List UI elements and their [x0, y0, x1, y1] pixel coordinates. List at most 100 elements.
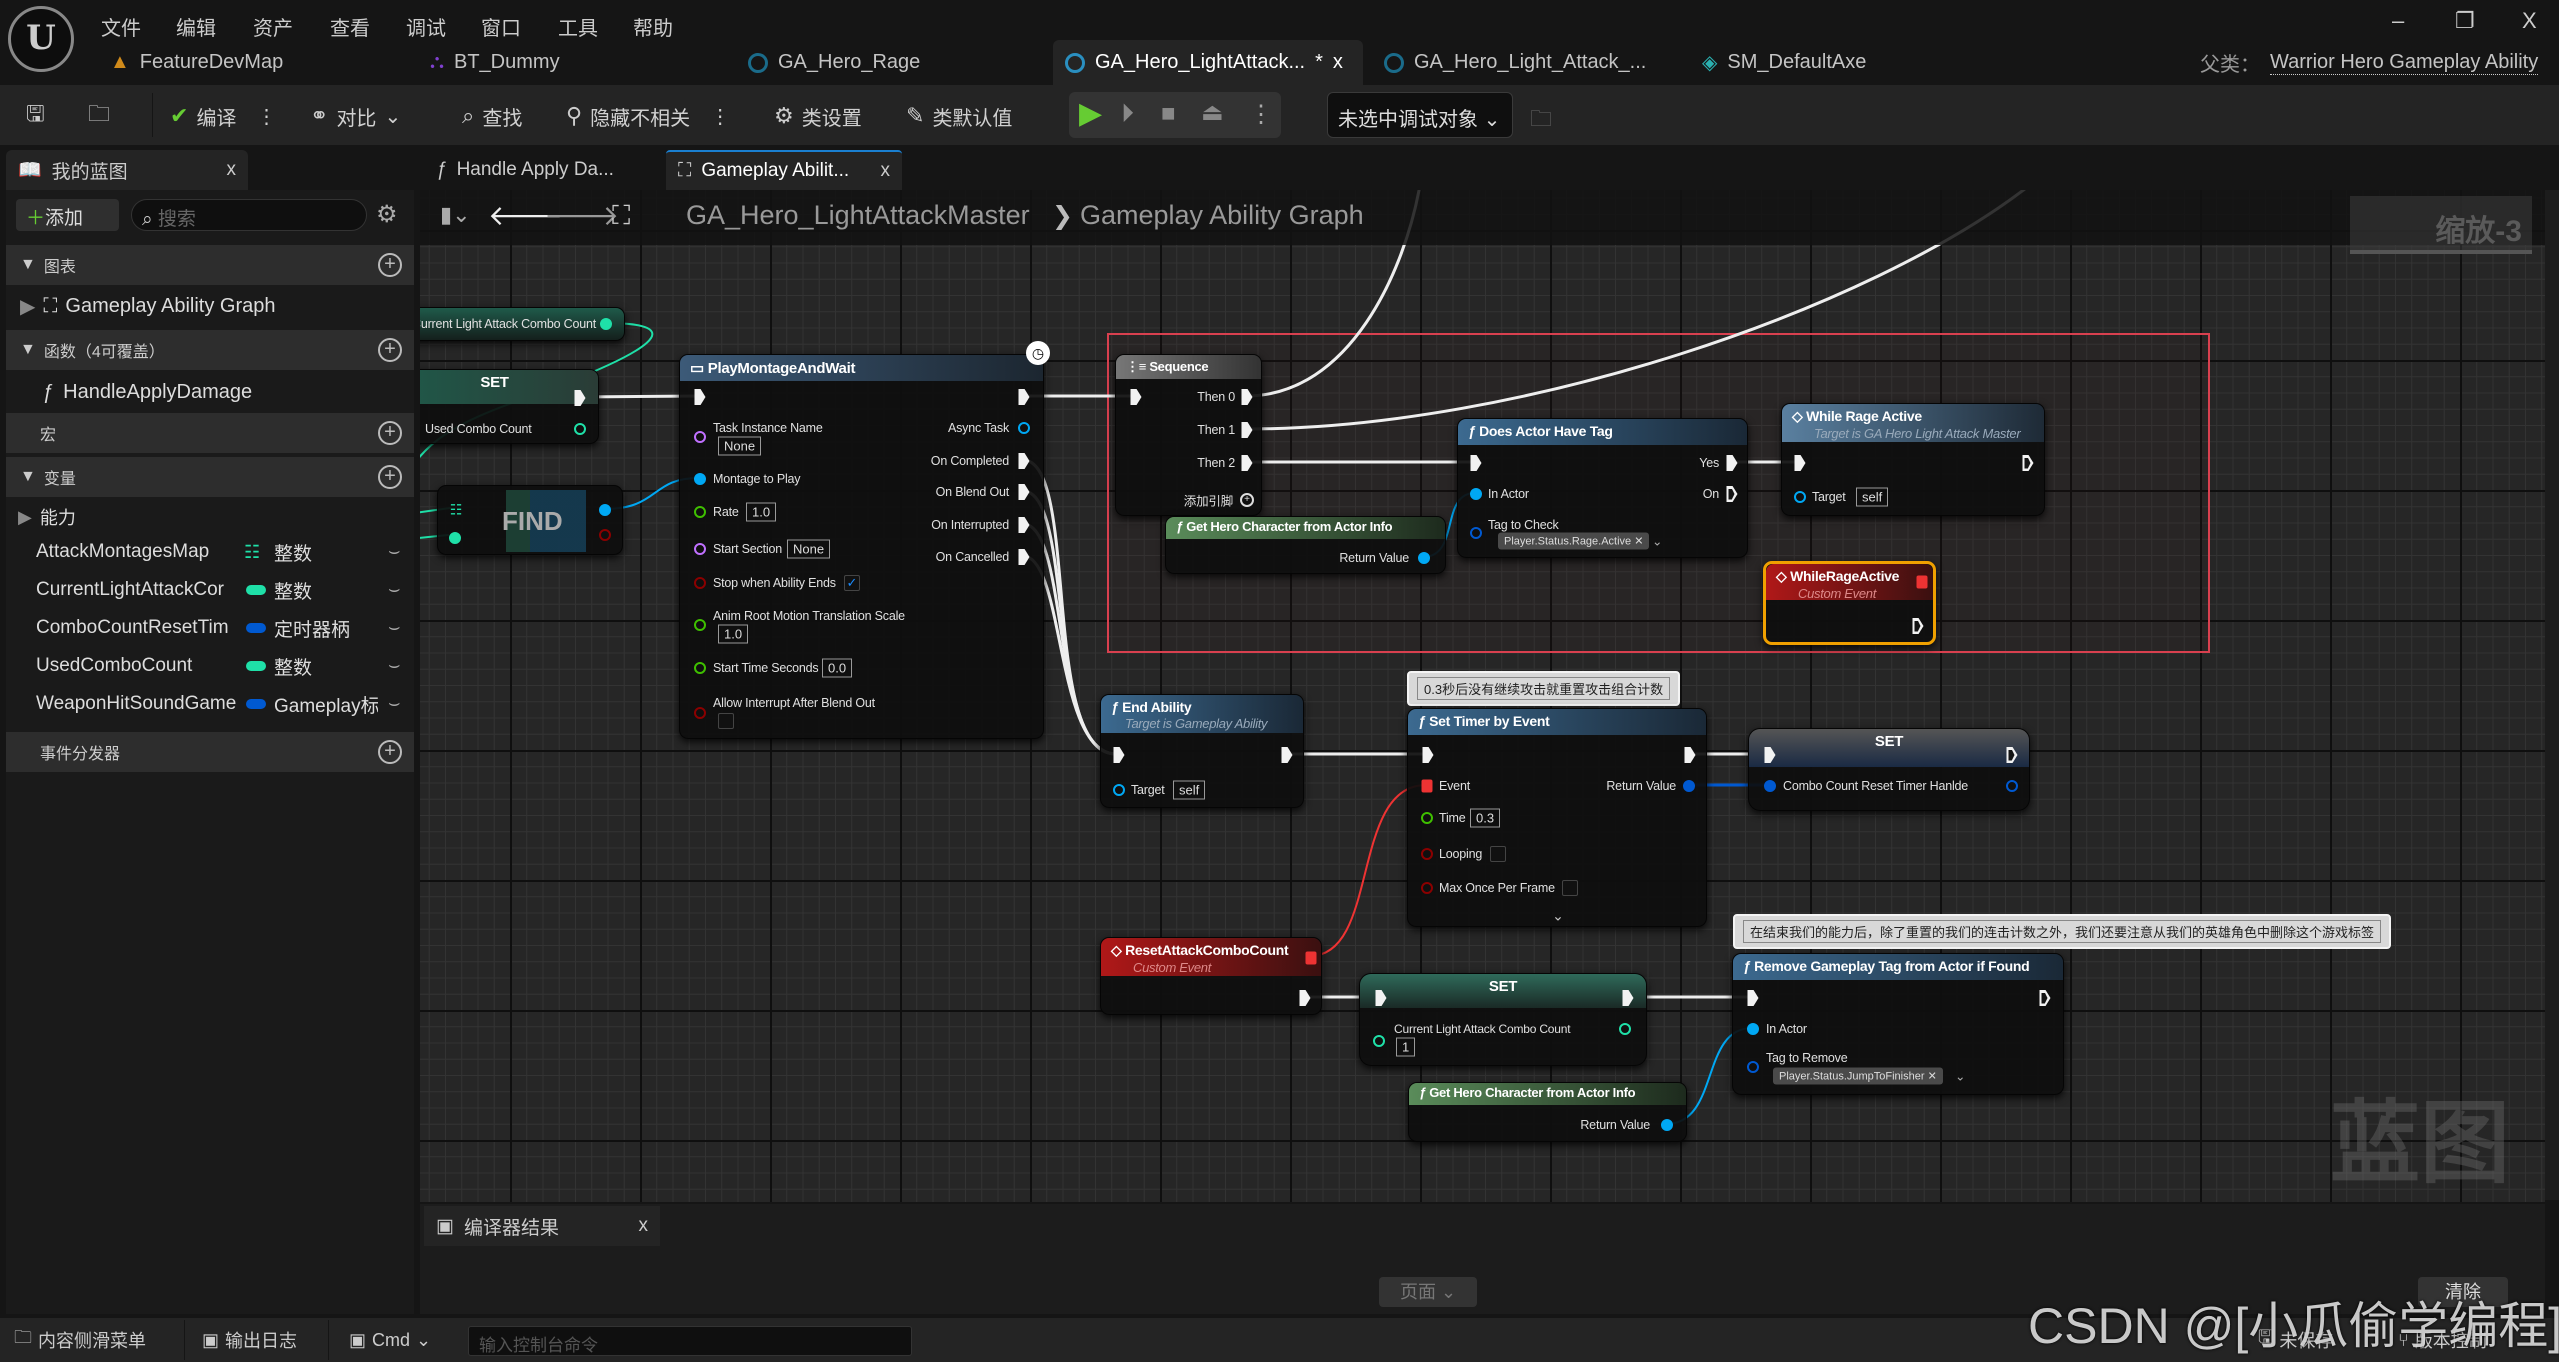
variable-row[interactable]: CurrentLightAttackCor 整数 ⌣ — [6, 571, 414, 609]
delegate-pin[interactable] — [1916, 575, 1928, 589]
exec-out-pin[interactable] — [1018, 389, 1030, 405]
target-input[interactable]: self — [1856, 487, 1889, 507]
play-montage-and-wait-node[interactable]: ▭ PlayMontageAndWait ◷ Task Instance Nam… — [679, 341, 1050, 739]
allow-interrupt-checkbox[interactable] — [718, 713, 734, 729]
does-actor-have-tag-node[interactable]: ƒ Does Actor Have Tag Yes In Actor On Ta… — [1457, 418, 1748, 558]
section-macros[interactable]: 宏 + — [6, 413, 414, 453]
bool-pin[interactable] — [694, 577, 706, 589]
tab-ga-hero-light-attack[interactable]: GA_Hero_Light_Attack_... — [1372, 40, 1658, 85]
object-pin[interactable] — [599, 504, 611, 516]
map-pin[interactable]: ☷ — [450, 502, 463, 519]
start-time-input[interactable]: 0.0 — [822, 658, 853, 678]
variable-getter-node[interactable]: Current Light Attack Combo Count — [420, 307, 625, 341]
set-timer-by-event-node[interactable]: ƒ Set Timer by Event Event Return Value … — [1407, 708, 1707, 927]
eye-closed-icon[interactable]: ⌣ — [388, 617, 401, 639]
exec-out-pin[interactable] — [1726, 455, 1738, 471]
bool-pin[interactable] — [599, 529, 611, 541]
menu-help[interactable]: 帮助 — [633, 12, 673, 41]
exec-out-pin[interactable] — [1018, 453, 1030, 469]
variable-row[interactable]: ComboCountResetTim 定时器柄 ⌣ — [6, 609, 414, 647]
details-panel-collapsed-strip[interactable] — [2545, 190, 2559, 1200]
struct-pin[interactable] — [1683, 780, 1695, 792]
minimize-button[interactable]: – — [2392, 8, 2404, 34]
step-icon[interactable]: ⏵ — [1121, 98, 1134, 130]
delegate-pin[interactable] — [1305, 951, 1317, 965]
get-hero-character-node[interactable]: ƒ Get Hero Character from Actor Info Ret… — [1165, 516, 1446, 574]
my-blueprint-tab[interactable]: 📖 我的蓝图 x — [6, 150, 248, 190]
stop-when-ends-checkbox[interactable]: ✓ — [844, 575, 860, 591]
tab-sm-defaultaxe[interactable]: ◈ SM_DefaultAxe — [1690, 40, 1878, 85]
task-instance-name-input[interactable]: None — [718, 436, 762, 456]
play-icon[interactable]: ▶ — [1079, 96, 1102, 131]
get-hero-character-node[interactable]: ƒ Get Hero Character from Actor Info Ret… — [1408, 1082, 1687, 1142]
cmd-dropdown[interactable]: ▣ Cmd ⌄ — [349, 1322, 431, 1358]
graph-item[interactable]: ▶ ⛶ Gameplay Ability Graph — [6, 287, 414, 325]
exec-out-pin[interactable] — [1018, 484, 1030, 500]
exec-out-pin[interactable] — [2039, 990, 2051, 1006]
exec-out-pin[interactable] — [1018, 549, 1030, 565]
gameplay-tag-chip[interactable]: Player.Status.Rage.Active ✕ — [1498, 532, 1650, 550]
exec-out-pin[interactable] — [1281, 747, 1293, 763]
add-function-icon[interactable]: + — [378, 338, 402, 362]
close-tab-icon[interactable]: x — [881, 160, 891, 182]
forward-arrow-icon[interactable]: 🡒 — [544, 198, 619, 232]
tab-ga-hero-lightattack[interactable]: GA_Hero_LightAttack... * x — [1053, 40, 1363, 85]
graph-canvas[interactable]: ▮⌄ 🡐 🡒 ⛶ GA_Hero_LightAttackMaster ❯ Gam… — [420, 190, 2545, 1202]
exec-in-pin[interactable] — [1747, 990, 1759, 1006]
settings-gear-icon[interactable]: ⚙ — [376, 200, 398, 229]
remove-gameplay-tag-node[interactable]: ƒ Remove Gameplay Tag from Actor if Foun… — [1732, 953, 2064, 1095]
object-pin[interactable] — [694, 473, 706, 485]
exec-out-pin[interactable] — [1241, 422, 1253, 438]
object-pin[interactable] — [1113, 784, 1125, 796]
exec-out-pin[interactable] — [1684, 747, 1696, 763]
float-pin[interactable] — [694, 506, 706, 518]
reset-attack-combo-count-event-node[interactable]: ◇ ResetAttackComboCount Custom Event — [1100, 937, 1322, 1015]
breadcrumb-blueprint[interactable]: GA_Hero_LightAttackMaster — [686, 200, 1030, 231]
variable-category[interactable]: ▶ 能力 — [6, 498, 414, 536]
expand-chevron-icon[interactable]: ⌄ — [1552, 908, 1564, 925]
combo-count-input[interactable]: 1 — [1396, 1037, 1416, 1057]
compile-options-icon[interactable]: ⋮ — [256, 104, 276, 129]
exec-in-pin[interactable] — [1794, 455, 1806, 471]
add-macro-icon[interactable]: + — [378, 421, 402, 445]
search-input[interactable]: ⌕ 搜索 — [131, 199, 367, 231]
object-pin[interactable] — [1661, 1119, 1673, 1131]
looping-checkbox[interactable] — [1490, 846, 1506, 862]
integer-pin[interactable] — [600, 318, 612, 330]
name-pin[interactable] — [694, 431, 706, 443]
float-pin[interactable] — [694, 619, 706, 631]
integer-pin[interactable] — [1373, 1035, 1385, 1047]
console-command-input[interactable]: 输入控制台命令 — [468, 1326, 912, 1356]
function-item[interactable]: ƒ HandleApplyDamage — [6, 373, 414, 411]
exec-out-pin[interactable] — [1726, 486, 1738, 502]
section-functions[interactable]: ▼ 函数（4可覆盖） + — [6, 330, 414, 370]
browse-button[interactable]: 🗀 — [88, 100, 110, 132]
while-rage-active-call-node[interactable]: ◇ While Rage Active Target is GA Hero Lig… — [1781, 403, 2045, 516]
find-button[interactable]: ⌕ 查找 — [462, 100, 522, 132]
exec-out-pin[interactable] — [2022, 455, 2034, 471]
anim-root-input[interactable]: 1.0 — [718, 624, 749, 644]
while-rage-active-event-node[interactable]: ◇ WhileRageActive Custom Event — [1763, 561, 1936, 645]
struct-pin[interactable] — [2006, 780, 2018, 792]
stop-icon[interactable]: ■ — [1161, 100, 1176, 128]
tab-featuredevmap[interactable]: ▲ FeatureDevMap — [98, 40, 295, 85]
exec-out-pin[interactable] — [1018, 517, 1030, 533]
graph-tab-gameplay-ability[interactable]: ⛶ Gameplay Abilit... x — [666, 150, 902, 190]
target-input[interactable]: self — [1173, 780, 1206, 800]
breadcrumb-graph[interactable]: Gameplay Ability Graph — [1080, 200, 1364, 231]
content-drawer-button[interactable]: 🗀 内容侧滑菜单 — [14, 1322, 146, 1358]
exec-out-pin[interactable] — [1912, 618, 1924, 634]
save-button[interactable]: 🖫 — [26, 100, 45, 132]
object-pin[interactable] — [1418, 552, 1430, 564]
start-section-input[interactable]: None — [787, 539, 831, 559]
name-pin[interactable] — [694, 543, 706, 555]
variable-row[interactable]: UsedComboCount 整数 ⌣ — [6, 647, 414, 685]
object-pin[interactable] — [1018, 422, 1030, 434]
add-graph-icon[interactable]: + — [378, 253, 402, 277]
gameplay-tag-chip[interactable]: Player.Status.JumpToFinisher ✕ — [1773, 1067, 1943, 1085]
integer-pin[interactable] — [1619, 1023, 1631, 1035]
struct-pin[interactable] — [1747, 1061, 1759, 1073]
bookmark-icon[interactable]: ▮⌄ — [440, 202, 471, 228]
more-options-icon[interactable]: ⋮ — [710, 104, 730, 129]
exec-in-pin[interactable] — [1422, 747, 1434, 763]
